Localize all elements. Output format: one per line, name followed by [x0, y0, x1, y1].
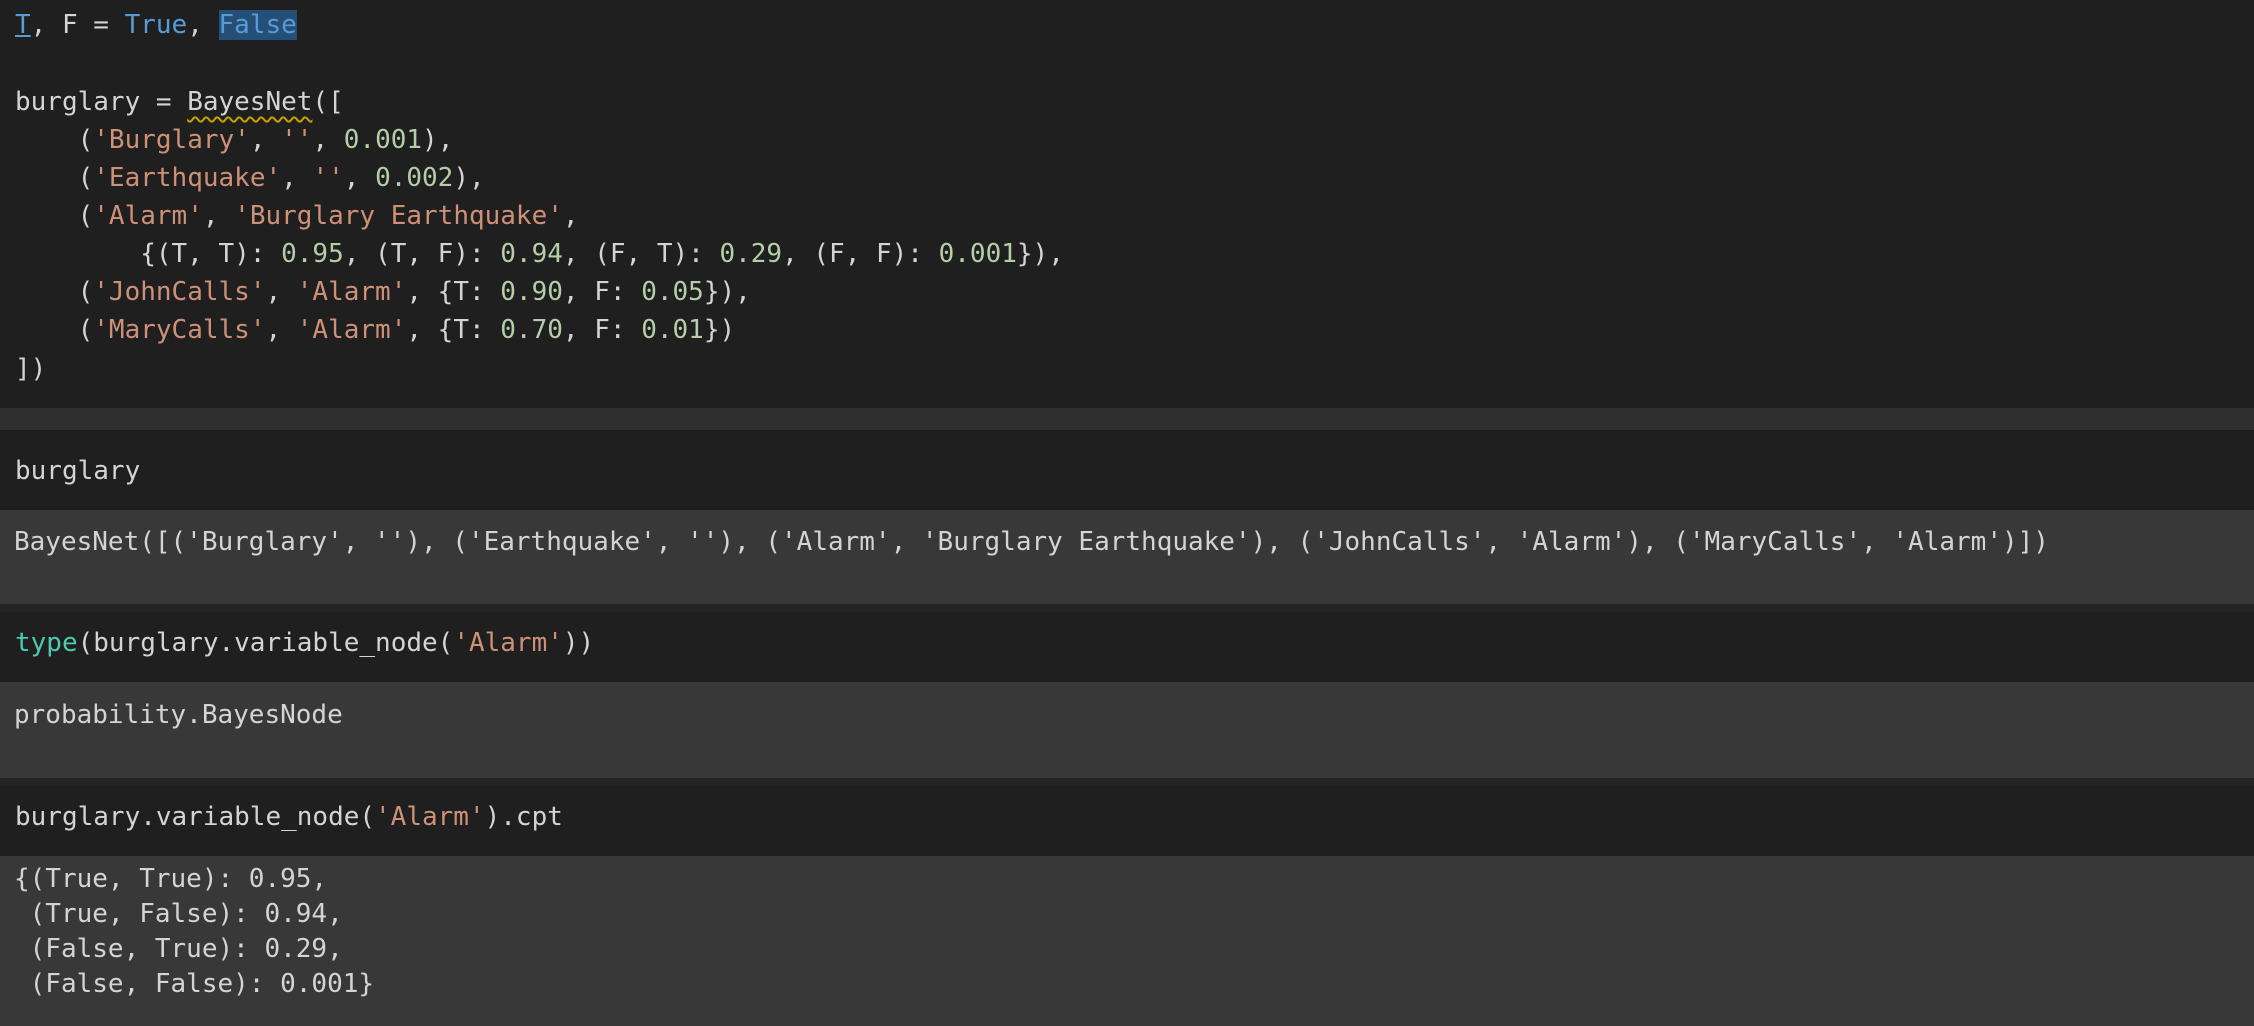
code-token: 'Alarm': [296, 277, 407, 307]
code-token: }),: [703, 277, 751, 307]
output-line: {(True, True): 0.95,: [14, 862, 327, 897]
code-token: 'Burglary': [93, 125, 250, 155]
code-token: ,: [265, 315, 297, 345]
code-token: }),: [1016, 239, 1064, 269]
code-line[interactable]: ('JohnCalls', 'Alarm', {T: 0.90, F: 0.05…: [15, 273, 751, 311]
code-token: , {T:: [406, 277, 501, 307]
code-token: , F:: [562, 277, 642, 307]
code-token: 0.95: [281, 239, 344, 269]
code-token: 'Alarm': [453, 628, 563, 658]
code-token: '': [281, 125, 313, 155]
code-token: ]): [15, 354, 47, 384]
output-cell-type: probability.BayesNode: [0, 682, 2254, 778]
code-token: ).cpt: [484, 802, 563, 832]
code-token: , {T:: [406, 315, 501, 345]
code-token: , (F, F):: [782, 239, 939, 269]
code-token: ([: [312, 87, 344, 117]
cell-separator: [0, 408, 2254, 430]
code-line[interactable]: burglary: [15, 452, 140, 490]
code-token: burglary =: [15, 87, 188, 117]
code-line[interactable]: T, F = True, False: [15, 6, 297, 44]
code-token: 0.94: [500, 239, 563, 269]
output-line: BayesNet([('Burglary', ''), ('Earthquake…: [14, 523, 2049, 561]
code-token: 0.002: [375, 163, 454, 193]
code-token: , (T, F):: [343, 239, 501, 269]
code-token: burglary.variable_node(: [15, 802, 376, 832]
code-token: , F =: [30, 10, 125, 40]
output-line: (False, False): 0.001}: [14, 967, 374, 1002]
code-line[interactable]: burglary = BayesNet([: [15, 83, 344, 121]
code-token: 'Alarm': [375, 802, 485, 832]
code-token: 0.001: [343, 125, 423, 155]
code-token: False: [218, 10, 297, 40]
code-line[interactable]: ('Burglary', '', 0.001),: [15, 121, 454, 159]
code-token: 0.29: [719, 239, 783, 269]
code-line[interactable]: ('MaryCalls', 'Alarm', {T: 0.70, F: 0.01…: [15, 311, 736, 349]
code-token: probability.BayesNode: [14, 700, 343, 730]
code-token: 'Burglary Earthquake': [234, 201, 563, 231]
code-token: ,: [281, 163, 313, 193]
code-token: (True, False): 0.94,: [14, 899, 343, 929]
output-cell-bayesnet-repr: BayesNet([('Burglary', ''), ('Earthquake…: [0, 510, 2254, 604]
output-line: (True, False): 0.94,: [14, 897, 343, 932]
code-token: }): [703, 315, 736, 345]
code-token: ,: [312, 125, 344, 155]
code-token: )): [562, 628, 595, 658]
code-line[interactable]: ('Earthquake', '', 0.002),: [15, 159, 485, 197]
code-token: 'Earthquake': [93, 163, 282, 193]
code-token: ),: [453, 163, 485, 193]
code-cell-burglary[interactable]: burglary: [0, 430, 2254, 510]
code-cell-bayesnet-definition[interactable]: T, F = True, False burglary = BayesNet([…: [0, 0, 2254, 408]
code-token: (: [15, 277, 94, 307]
code-token: {(T, T):: [15, 239, 282, 269]
code-token: type: [15, 628, 78, 658]
code-token: ),: [422, 125, 454, 155]
code-token: ,: [265, 277, 297, 307]
code-token: 'MaryCalls': [93, 315, 266, 345]
code-token: 'Alarm': [296, 315, 407, 345]
code-token: ,: [202, 201, 235, 231]
code-line[interactable]: {(T, T): 0.95, (T, F): 0.94, (F, T): 0.2…: [15, 235, 1064, 273]
code-token: (: [15, 201, 94, 231]
output-line: probability.BayesNode: [14, 696, 343, 734]
code-token: , (F, T):: [562, 239, 720, 269]
code-token: 0.001: [938, 239, 1017, 269]
code-token: 0.01: [641, 315, 704, 345]
output-line: (False, True): 0.29,: [14, 932, 343, 967]
cell-separator: [0, 604, 2254, 612]
code-token: 'JohnCalls': [93, 277, 266, 307]
code-token: ,: [187, 10, 219, 40]
code-token: (: [15, 315, 94, 345]
code-cell-variable-node-cpt[interactable]: burglary.variable_node('Alarm').cpt: [0, 786, 2254, 856]
code-token: , F:: [562, 315, 642, 345]
code-cell-type-variable-node[interactable]: type(burglary.variable_node('Alarm')): [0, 612, 2254, 682]
code-token: 0.70: [500, 315, 563, 345]
code-token: ,: [562, 201, 579, 231]
code-token: 0.90: [500, 277, 563, 307]
code-line[interactable]: burglary.variable_node('Alarm').cpt: [15, 798, 563, 836]
output-cell-cpt: {(True, True): 0.95, (True, False): 0.94…: [0, 856, 2254, 1026]
code-line[interactable]: type(burglary.variable_node('Alarm')): [15, 624, 594, 662]
code-token: {(True, True): 0.95,: [14, 864, 328, 894]
code-token: (: [15, 163, 94, 193]
code-token: burglary: [15, 456, 141, 486]
code-token: (: [15, 125, 94, 155]
code-token: True: [124, 10, 188, 40]
code-token: BayesNet([('Burglary', ''), ('Earthquake…: [14, 527, 2049, 557]
code-token: (burglary.variable_node(: [77, 628, 454, 658]
code-token: T: [15, 10, 31, 40]
code-line[interactable]: ]): [15, 350, 46, 388]
code-token: '': [312, 163, 344, 193]
code-token: (False, True): 0.29,: [14, 934, 343, 964]
code-token: ,: [249, 125, 282, 155]
code-token: BayesNet: [187, 87, 313, 117]
cell-separator: [0, 778, 2254, 786]
code-token: ,: [343, 163, 376, 193]
code-token: 'Alarm': [93, 201, 203, 231]
code-token: (False, False): 0.001}: [14, 969, 375, 999]
code-line[interactable]: ('Alarm', 'Burglary Earthquake',: [15, 197, 579, 235]
code-token: 0.05: [641, 277, 704, 307]
